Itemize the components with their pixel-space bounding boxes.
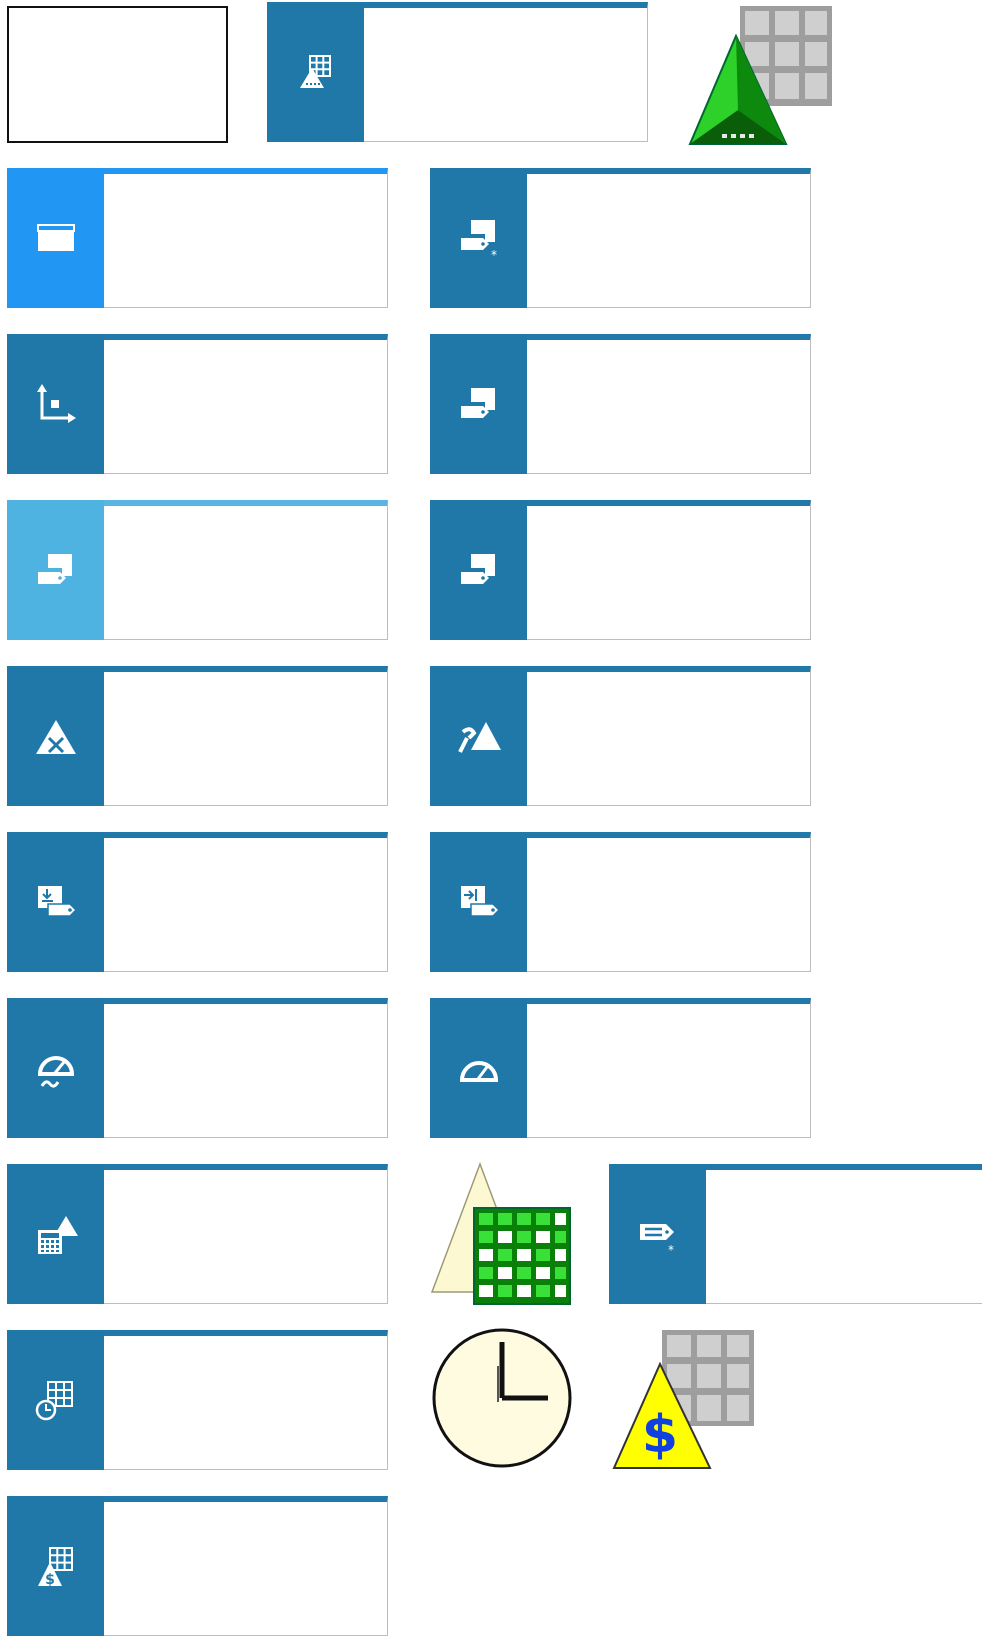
tile-side bbox=[7, 500, 104, 640]
tile-side bbox=[267, 2, 364, 142]
tile-tag-light[interactable] bbox=[7, 500, 388, 640]
tile-tag-new[interactable]: * bbox=[430, 168, 811, 308]
label-new-icon: * bbox=[639, 1224, 674, 1256]
tile-user-link[interactable] bbox=[430, 666, 811, 806]
tile-side bbox=[7, 1330, 104, 1470]
tile-tag-export[interactable] bbox=[430, 832, 811, 972]
svg-text:*: * bbox=[668, 1243, 674, 1256]
empty-box bbox=[7, 6, 228, 143]
tile-side bbox=[430, 832, 527, 972]
tile-grid-clock[interactable] bbox=[7, 1330, 388, 1470]
triangle-green-grid-icon bbox=[430, 1162, 571, 1305]
tile-content bbox=[527, 506, 810, 639]
tile-tag[interactable] bbox=[430, 334, 811, 474]
tile-tag-import[interactable] bbox=[7, 832, 388, 972]
tile-side: $ bbox=[7, 1496, 104, 1636]
tile-window[interactable] bbox=[7, 168, 388, 308]
axes-icon bbox=[36, 384, 76, 423]
tile-side: * bbox=[609, 1164, 706, 1304]
user-remove-icon bbox=[35, 720, 76, 754]
tile-gauge[interactable] bbox=[430, 998, 811, 1138]
tag-icon bbox=[460, 554, 495, 584]
tile-content bbox=[527, 1004, 810, 1137]
tile-grid-user[interactable] bbox=[267, 2, 648, 142]
tile-side bbox=[7, 1164, 104, 1304]
tile-content bbox=[104, 1004, 387, 1137]
calculator-user-icon bbox=[37, 1216, 78, 1254]
window-icon bbox=[36, 224, 75, 251]
grid-clock-icon bbox=[35, 1381, 73, 1421]
tile-side bbox=[7, 832, 104, 972]
tile-calculator-user[interactable] bbox=[7, 1164, 388, 1304]
gauge-icon bbox=[459, 1061, 498, 1082]
tile-content bbox=[104, 340, 387, 473]
tile-tag-2[interactable] bbox=[430, 500, 811, 640]
tile-side bbox=[7, 998, 104, 1138]
dollar-triangle-grid-icon: $ bbox=[612, 1330, 754, 1469]
tile-content bbox=[364, 8, 647, 141]
tile-side bbox=[7, 168, 104, 308]
tile-gauge-wave[interactable] bbox=[7, 998, 388, 1138]
tag-import-icon bbox=[37, 886, 77, 917]
clock-icon bbox=[432, 1328, 572, 1468]
tile-grid-dollar[interactable]: $ bbox=[7, 1496, 388, 1636]
tile-user-remove[interactable] bbox=[7, 666, 388, 806]
tile-side bbox=[430, 998, 527, 1138]
tile-content bbox=[104, 1502, 387, 1635]
tile-side: * bbox=[430, 168, 527, 308]
grid-user-icon bbox=[299, 55, 331, 88]
svg-text:$: $ bbox=[45, 1572, 55, 1588]
tile-content bbox=[706, 1170, 982, 1303]
green-triangle-grid-icon bbox=[688, 6, 832, 145]
tile-content bbox=[104, 1170, 387, 1303]
tile-side bbox=[430, 666, 527, 806]
tile-content bbox=[527, 174, 810, 307]
tile-content bbox=[104, 838, 387, 971]
tile-label-new[interactable]: * bbox=[609, 1164, 982, 1304]
tile-content bbox=[104, 672, 387, 805]
tile-side bbox=[7, 666, 104, 806]
tile-content bbox=[104, 1336, 387, 1469]
svg-text:$: $ bbox=[642, 1405, 678, 1465]
tile-content bbox=[527, 340, 810, 473]
tile-content bbox=[527, 672, 810, 805]
svg-text:*: * bbox=[491, 248, 497, 260]
grid-dollar-icon: $ bbox=[37, 1547, 73, 1588]
tile-axes[interactable] bbox=[7, 334, 388, 474]
tile-side bbox=[7, 334, 104, 474]
tile-side bbox=[430, 334, 527, 474]
tile-content bbox=[527, 838, 810, 971]
tile-side bbox=[430, 500, 527, 640]
tag-new-icon: * bbox=[460, 220, 497, 260]
tag-export-icon bbox=[460, 886, 500, 917]
tile-content bbox=[104, 174, 387, 307]
tag-icon bbox=[37, 554, 72, 584]
user-link-icon bbox=[457, 722, 501, 753]
tile-content bbox=[104, 506, 387, 639]
tag-icon bbox=[460, 388, 495, 418]
gauge-wave-icon bbox=[37, 1056, 74, 1088]
